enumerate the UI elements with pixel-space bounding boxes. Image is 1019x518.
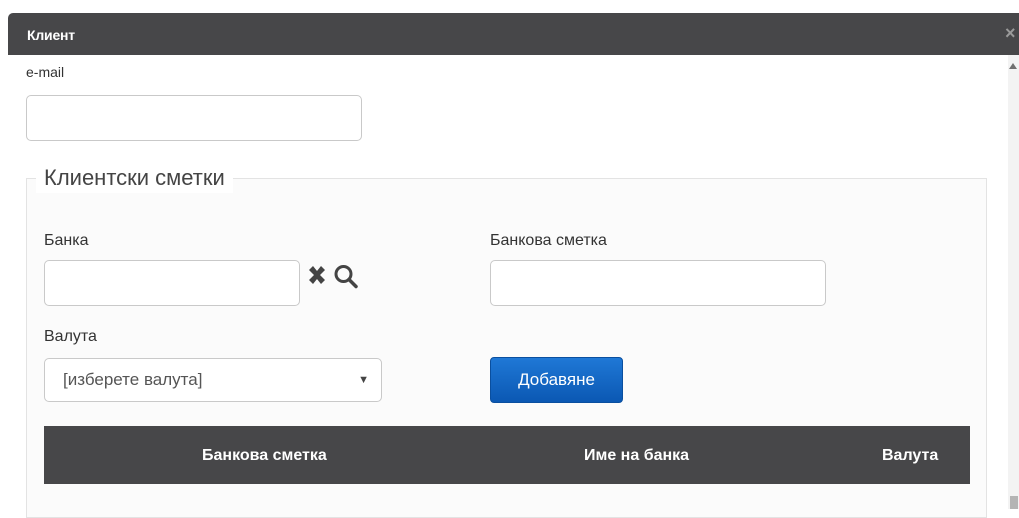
close-icon[interactable] [306,263,328,289]
email-label: e-mail [26,64,65,80]
currency-label: Валута [44,328,97,345]
search-icon[interactable] [333,263,359,289]
dialog-title: Клиент [27,27,75,43]
scroll-up-arrow-icon[interactable] [1009,63,1017,69]
add-button[interactable]: Добавяне [490,357,623,403]
bank-account-label: Банкова сметка [490,232,607,249]
bank-label: Банка [44,232,89,249]
vertical-scrollbar[interactable] [1008,55,1019,509]
email-field[interactable] [26,95,362,141]
client-accounts-legend: Клиентски сметки [36,163,233,193]
column-header-bank-account[interactable]: Банкова сметка [202,447,327,465]
scrollbar-thumb[interactable] [1010,496,1018,509]
bank-input[interactable] [44,260,300,306]
currency-selected-value: [изберете валута] [63,370,203,389]
column-header-bank-name[interactable]: Име на банка [584,447,689,465]
caret-down-icon: ▼ [358,374,369,386]
column-header-currency[interactable]: Валута [882,447,938,465]
currency-select[interactable]: [изберете валута] ▼ [44,358,382,402]
close-icon[interactable]: × [1005,23,1019,43]
bank-account-input[interactable] [490,260,826,306]
accounts-table-header: Банкова сметка Име на банка Валута [44,426,970,484]
dialog-titlebar: Клиент × [8,13,1019,55]
